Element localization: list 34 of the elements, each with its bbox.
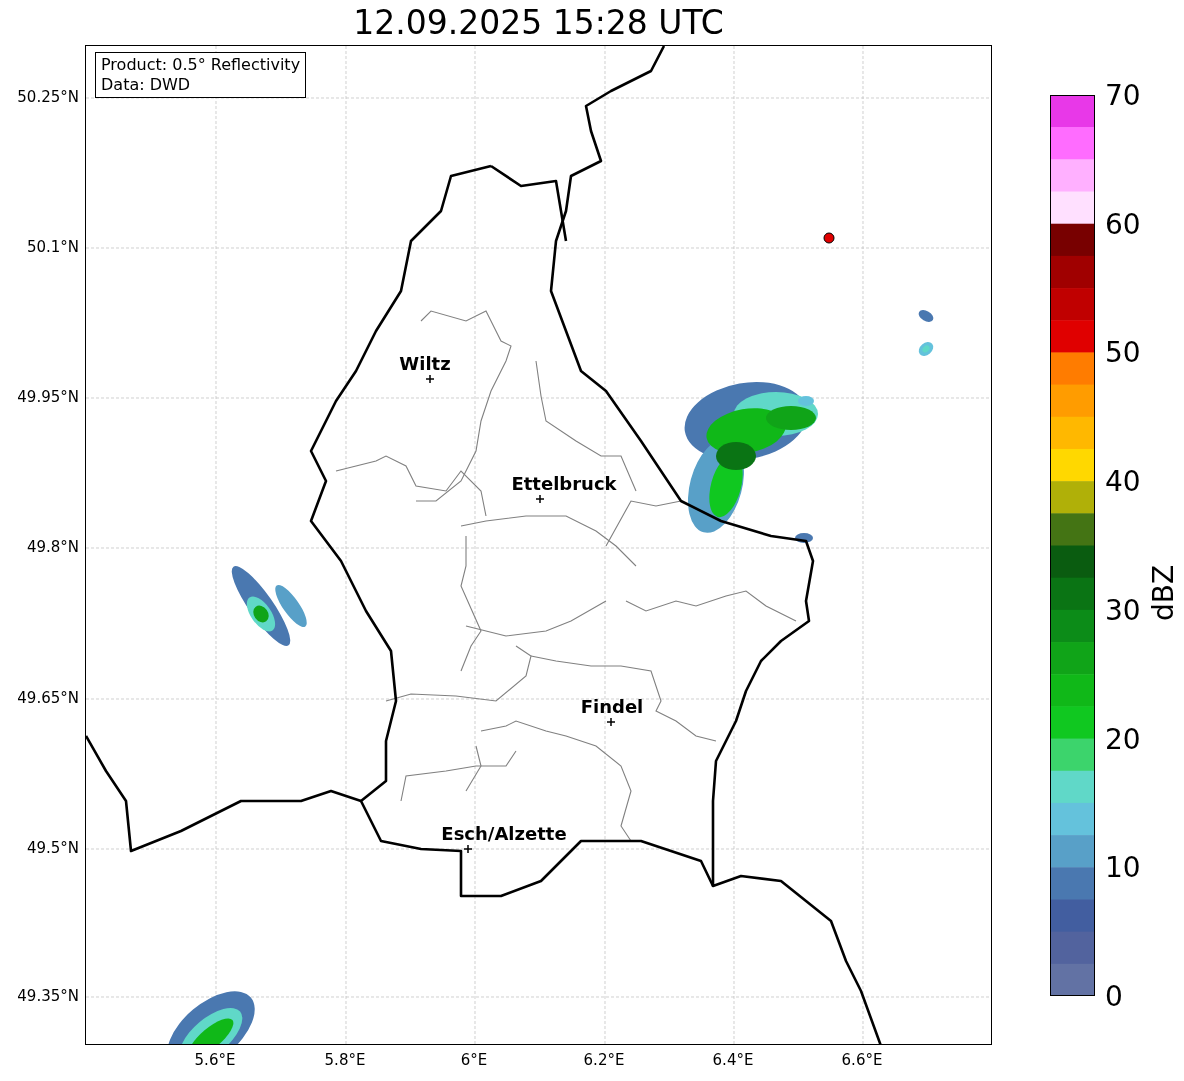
tick-label: 5.8°E [324,1051,366,1069]
tick-label: 49.8°N [26,538,79,556]
city-label: Wiltz [399,352,451,374]
colorbar-tick-label: 20 [1105,722,1141,756]
colorbar-tick-label: 50 [1105,335,1141,369]
city-label: Findel [580,695,644,717]
colorbar-tick-label: 40 [1105,464,1141,498]
radar-site-marker-icon [823,232,835,244]
city-label: Esch/Alzette [441,822,567,844]
colorbar-tick-label: 70 [1105,78,1141,112]
city-label: Ettelbruck [511,472,617,494]
tick-label: 6.4°E [712,1051,754,1069]
colorbar-tick-label: 30 [1105,593,1141,627]
tick-label: 49.5°N [26,839,79,857]
colorbar-label: dBZ [1146,564,1180,622]
tick-label: 50.25°N [17,88,79,106]
colorbar-tick-label: 60 [1105,207,1141,241]
tick-label: 5.6°E [194,1051,236,1069]
colorbar-tick-label: 10 [1105,850,1141,884]
tick-label: 49.95°N [17,388,79,406]
tick-label: 6.2°E [583,1051,625,1069]
city-marker-icon [535,494,545,504]
tick-label: 6.6°E [841,1051,883,1069]
colorbar-tick-label: 0 [1105,979,1123,1013]
info-text: Product: 0.5° Reflectivity [101,55,301,75]
info-text: Data: DWD [101,75,192,95]
city-marker-icon [463,844,473,854]
tick-label: 50.1°N [26,238,79,256]
tick-label: 49.65°N [17,689,79,707]
city-marker-icon [425,374,435,384]
tick-label: 49.35°N [17,987,79,1005]
tick-label: 6°E [460,1051,488,1069]
chart-title: 12.09.2025 15:28 UTC [352,2,725,44]
city-marker-icon [606,717,616,727]
